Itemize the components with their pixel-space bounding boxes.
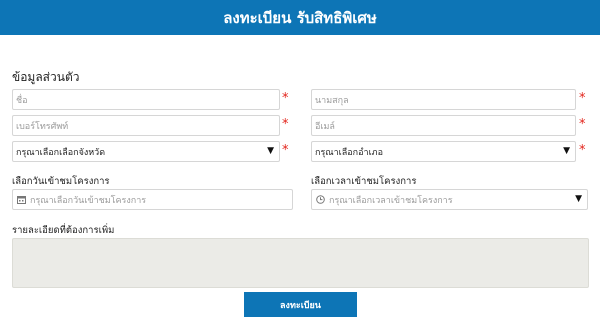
- district-required-mark: *: [579, 143, 586, 158]
- caret-down-icon: ▼: [563, 146, 570, 156]
- email-input[interactable]: อีเมล์: [311, 115, 576, 136]
- caret-down-icon: ▼: [575, 194, 582, 204]
- last-name-placeholder: นามสกุล: [315, 95, 349, 106]
- last-name-input[interactable]: นามสกุล: [311, 89, 576, 110]
- first-name-placeholder: ชื่อ: [16, 95, 28, 106]
- email-required-mark: *: [579, 117, 586, 132]
- province-required-mark: *: [282, 143, 289, 158]
- section-title-personal: ข้อมูลส่วนตัว: [12, 70, 80, 84]
- visit-time-placeholder: กรุณาเลือกเวลาเข้าชมโครงการ: [329, 195, 453, 206]
- caret-down-icon: ▼: [267, 146, 274, 156]
- page-header: ลงทะเบียน รับสิทธิพิเศษ: [0, 0, 600, 35]
- visit-time-select[interactable]: กรุณาเลือกเวลาเข้าชมโครงการ ▼: [311, 189, 588, 210]
- clock-icon: [315, 195, 325, 205]
- district-selected-value: กรุณาเลือกอำเภอ: [315, 147, 384, 158]
- visit-time-label: เลือกเวลาเข้าชมโครงการ: [311, 176, 417, 187]
- visit-date-placeholder: กรุณาเลือกวันเข้าชมโครงการ: [30, 195, 147, 206]
- first-name-input[interactable]: ชื่อ: [12, 89, 280, 110]
- first-name-required-mark: *: [282, 91, 289, 106]
- email-placeholder: อีเมล์: [315, 121, 335, 132]
- visit-date-label: เลือกวันเข้าชมโครงการ: [12, 176, 110, 187]
- visit-date-input[interactable]: กรุณาเลือกวันเข้าชมโครงการ: [12, 189, 293, 210]
- province-select[interactable]: กรุณาเลือกเลือกจังหวัด ▼: [12, 141, 280, 162]
- details-textarea[interactable]: [12, 238, 589, 288]
- register-button[interactable]: ลงทะเบียน: [244, 292, 357, 317]
- last-name-required-mark: *: [579, 91, 586, 106]
- phone-input[interactable]: เบอร์โทรศัพท์: [12, 115, 280, 136]
- district-select[interactable]: กรุณาเลือกอำเภอ ▼: [311, 141, 576, 162]
- phone-required-mark: *: [282, 117, 289, 132]
- details-label: รายละเอียดที่ต้องการเพิ่ม: [12, 225, 115, 236]
- phone-placeholder: เบอร์โทรศัพท์: [16, 121, 69, 132]
- page-title: ลงทะเบียน รับสิทธิพิเศษ: [223, 8, 377, 27]
- calendar-icon: [16, 195, 26, 205]
- province-selected-value: กรุณาเลือกเลือกจังหวัด: [16, 147, 106, 158]
